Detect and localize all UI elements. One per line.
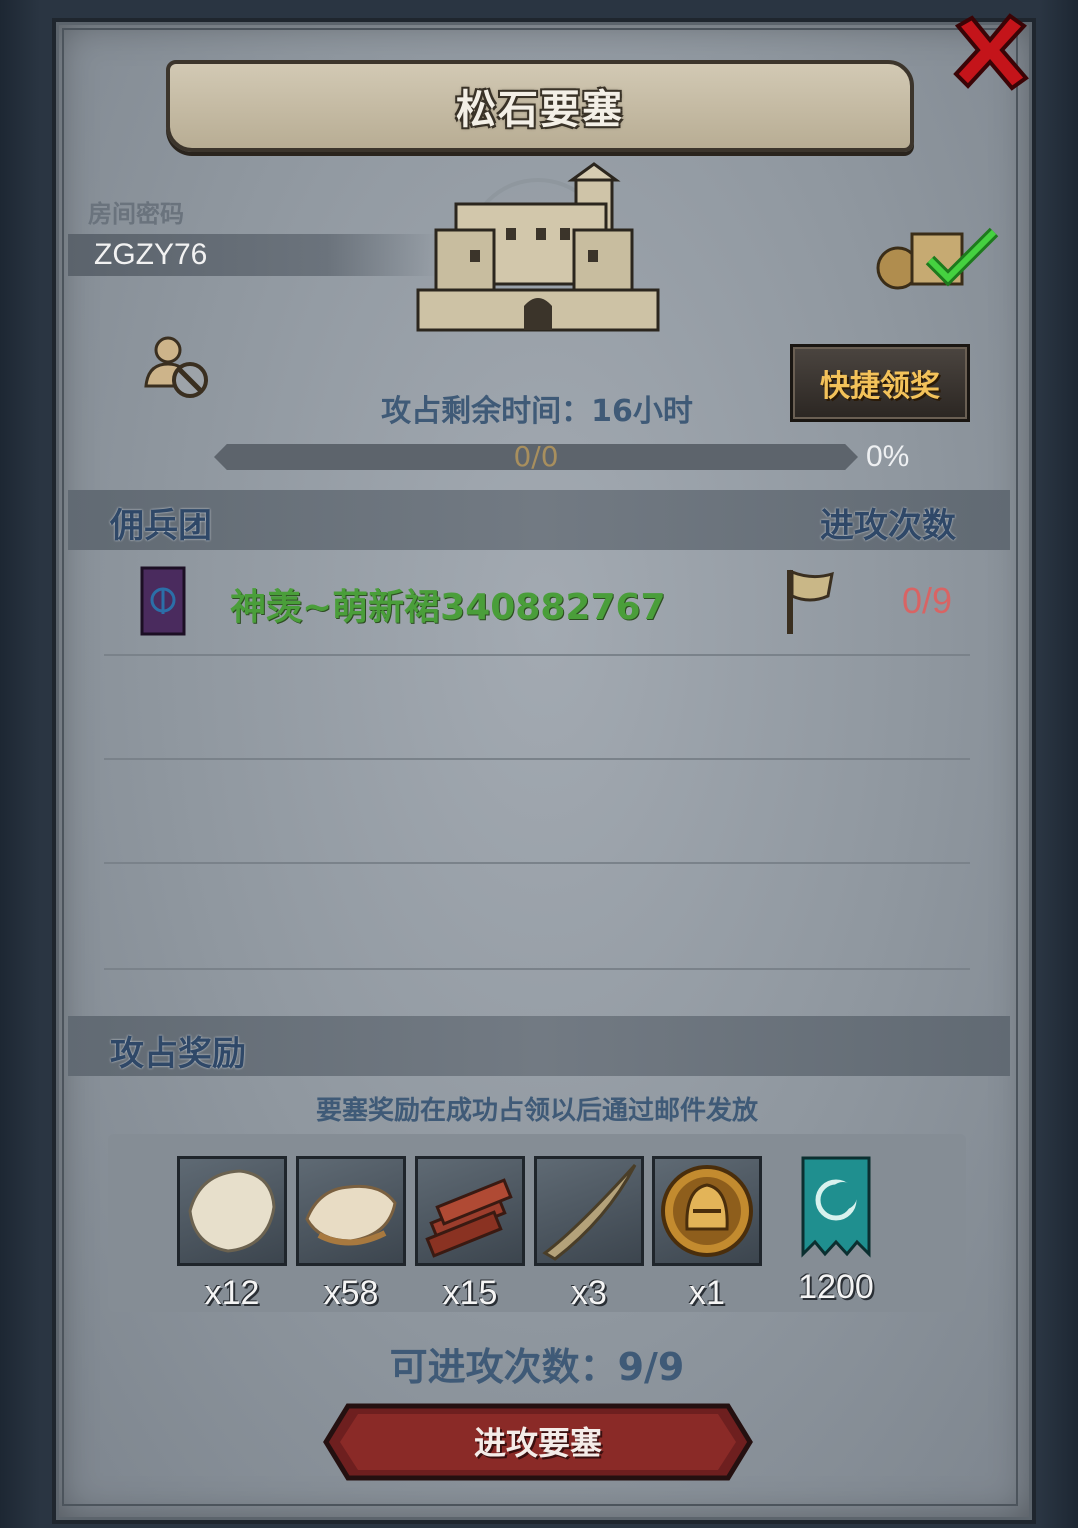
- member-name: 神羡~萌新裙340882767: [230, 587, 666, 628]
- row-divider: [104, 968, 970, 970]
- room-code-value: ZGZY76: [94, 238, 208, 271]
- reward-qty: x58: [323, 1274, 379, 1312]
- attack-count-title: 进攻次数: [820, 506, 956, 546]
- title-banner: 松石要塞: [166, 60, 914, 152]
- row-divider: [104, 758, 970, 760]
- reward-qty: x12: [204, 1274, 260, 1312]
- close-icon: [953, 13, 1029, 91]
- reward-qty: x1: [689, 1274, 725, 1312]
- user-blocked-icon[interactable]: [140, 334, 214, 404]
- castle-icon: [416, 162, 660, 332]
- quick-claim-label: 快捷领奖: [820, 369, 940, 404]
- flag-icon: [787, 569, 834, 634]
- row-divider: [104, 862, 970, 864]
- time-remaining: 攻占剩余时间：16小时: [381, 394, 693, 429]
- banner-token-icon: [801, 1156, 871, 1258]
- page-title: 松石要塞: [456, 87, 624, 133]
- reward-item[interactable]: x1: [652, 1156, 762, 1313]
- member-attack-count: 0/9: [902, 580, 953, 621]
- reward-qty: x15: [442, 1274, 498, 1312]
- fur-pelt-icon: [188, 1169, 276, 1253]
- attempts-left: 可进攻次数：9/9: [389, 1345, 685, 1389]
- hide-leather-icon: [305, 1184, 397, 1246]
- reward-qty: 1200: [798, 1268, 874, 1306]
- reward-item[interactable]: x12: [177, 1156, 287, 1313]
- attack-fortress-label: 进攻要塞: [473, 1424, 602, 1462]
- claimed-rewards-icon: [876, 227, 999, 290]
- horn-icon: [542, 1163, 637, 1261]
- rewards-title: 攻占奖励: [110, 1034, 246, 1074]
- room-code-label: 房间密码: [88, 200, 184, 228]
- knight-helmet-coin-icon: [661, 1165, 753, 1257]
- close-button[interactable]: [948, 10, 1032, 94]
- guild-banner-icon: [140, 566, 186, 636]
- wood-planks-icon: [425, 1178, 513, 1258]
- row-divider: [104, 654, 970, 656]
- quick-claim-button[interactable]: 快捷领奖: [790, 344, 970, 422]
- progress-count: 0/0: [513, 440, 559, 473]
- reward-note: 要塞奖励在成功占领以后通过邮件发放: [315, 1096, 758, 1126]
- reward-item[interactable]: x3: [534, 1156, 644, 1313]
- progress-percent: 0%: [866, 440, 910, 473]
- mercenary-title: 佣兵团: [110, 506, 212, 546]
- reward-item[interactable]: x15: [415, 1156, 525, 1313]
- reward-item[interactable]: x58: [296, 1156, 406, 1313]
- reward-item[interactable]: 1200: [782, 1156, 890, 1307]
- reward-qty: x3: [571, 1274, 607, 1312]
